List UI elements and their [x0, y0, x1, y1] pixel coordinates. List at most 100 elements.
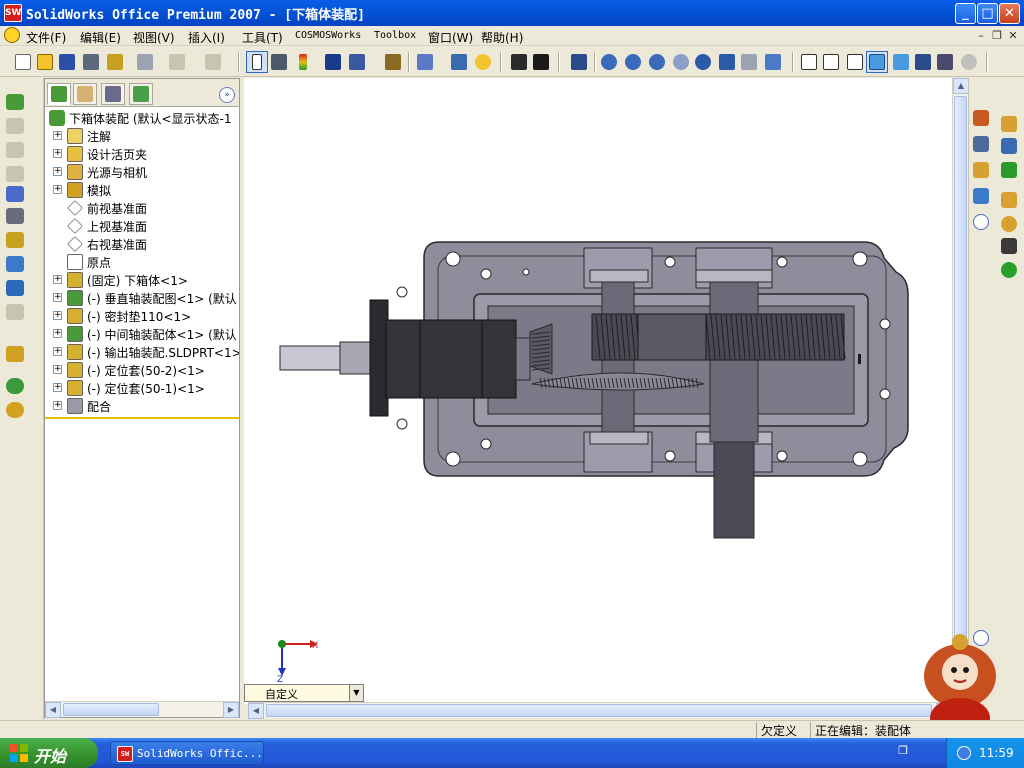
help-icon[interactable]	[472, 51, 494, 73]
redo-icon[interactable]	[202, 51, 224, 73]
scroll-left-icon[interactable]: ◀	[248, 703, 264, 719]
tree-item[interactable]: 上视基准面	[45, 217, 239, 235]
tree-item[interactable]: + 设计活页夹	[45, 145, 239, 163]
standard-views-icon[interactable]	[762, 51, 784, 73]
scroll-thumb[interactable]	[954, 96, 967, 686]
tree-root[interactable]: 下箱体装配 (默认<显示状态-1	[45, 109, 239, 127]
realview-icon[interactable]	[958, 51, 980, 73]
hidden-lines-visible-icon[interactable]	[820, 51, 842, 73]
zoom-to-fit-icon[interactable]	[598, 51, 620, 73]
zoom-in-out-icon[interactable]	[646, 51, 668, 73]
sketch-tool-icon[interactable]	[999, 190, 1019, 210]
scroll-thumb[interactable]	[63, 703, 159, 716]
solidworks-logo-icon[interactable]	[4, 27, 20, 43]
interference-detection-icon[interactable]	[4, 344, 26, 364]
expand-plus-icon[interactable]: +	[53, 149, 62, 158]
print-icon[interactable]	[134, 51, 156, 73]
scroll-right-icon[interactable]: ▶	[223, 702, 239, 718]
design-library-icon[interactable]	[971, 134, 991, 154]
grid-icon[interactable]	[322, 51, 344, 73]
menu-view[interactable]: 视图(V)	[133, 29, 175, 46]
tree-item[interactable]: + (固定) 下箱体<1>	[45, 271, 239, 289]
start-button[interactable]: 开始	[0, 738, 98, 768]
expand-plus-icon[interactable]: +	[53, 185, 62, 194]
make-drawing-icon[interactable]	[80, 51, 102, 73]
doc-close-button[interactable]: ✕	[1006, 29, 1020, 43]
zoom-selection-icon[interactable]	[670, 51, 692, 73]
expand-plus-icon[interactable]: +	[53, 347, 62, 356]
instant3d-icon[interactable]	[508, 51, 530, 73]
open-folder-icon[interactable]	[34, 51, 56, 73]
properties-pane-icon[interactable]	[999, 114, 1019, 134]
move-component-icon[interactable]	[4, 230, 26, 250]
traffic-light-icon[interactable]	[292, 51, 314, 73]
insert-component-icon[interactable]	[4, 92, 26, 112]
tab-configurationmanager[interactable]	[101, 83, 125, 105]
tab-propertymanager[interactable]	[73, 83, 97, 105]
fm-horizontal-scrollbar[interactable]: ◀ ▶	[45, 701, 239, 718]
expand-plus-icon[interactable]: +	[53, 365, 62, 374]
doc-minimize-button[interactable]: –	[974, 29, 988, 43]
graphics-vertical-scrollbar[interactable]: ▲	[952, 78, 969, 704]
zoom-area-icon[interactable]	[622, 51, 644, 73]
select-filter-icon[interactable]	[268, 51, 290, 73]
section-view-icon[interactable]	[934, 51, 956, 73]
tree-item[interactable]: 原点	[45, 253, 239, 271]
graphics-horizontal-scrollbar[interactable]: ◀ ▶	[248, 702, 952, 719]
expand-plus-icon[interactable]: +	[53, 401, 62, 410]
menu-edit[interactable]: 编辑(E)	[80, 29, 121, 46]
expand-panel-icon[interactable]: »	[219, 87, 235, 103]
menu-tools[interactable]: 工具(T)	[242, 29, 283, 46]
new-document-icon[interactable]	[12, 51, 34, 73]
simulation-tool-icon[interactable]	[4, 400, 26, 420]
make-assembly-icon[interactable]	[104, 51, 126, 73]
expand-plus-icon[interactable]: +	[53, 311, 62, 320]
tree-item[interactable]: + (-) 垂直轴装配图<1> (默认	[45, 289, 239, 307]
tree-item[interactable]: + 注解	[45, 127, 239, 145]
no-external-references-icon[interactable]	[4, 184, 26, 204]
select-arrow-icon[interactable]	[246, 51, 268, 73]
shaded-with-edges-icon[interactable]	[866, 51, 888, 73]
tray-network-icon[interactable]	[957, 746, 971, 760]
taskbar-solidworks-button[interactable]: SW SolidWorks Offic...	[110, 741, 264, 765]
tree-item[interactable]: + (-) 中间轴装配体<1> (默认	[45, 325, 239, 343]
play-icon[interactable]	[999, 160, 1019, 180]
display-icon[interactable]	[346, 51, 368, 73]
scroll-up-icon[interactable]: ▲	[953, 78, 969, 94]
exploded-view-icon[interactable]	[4, 302, 26, 322]
rotate-view-icon[interactable]	[692, 51, 714, 73]
view-orientation-icon[interactable]	[568, 51, 590, 73]
hide-show-component-icon[interactable]	[4, 116, 26, 136]
close-button[interactable]: ✕	[999, 3, 1020, 24]
expand-plus-icon[interactable]: +	[53, 383, 62, 392]
menu-window[interactable]: 窗口(W)	[428, 29, 473, 46]
edit-component-icon[interactable]	[4, 164, 26, 184]
maximize-button[interactable]: □	[977, 3, 998, 24]
scroll-left-icon[interactable]: ◀	[45, 702, 61, 718]
tree-item[interactable]: + (-) 输出轴装配.SLDPRT<1>	[45, 343, 239, 361]
shadows-icon[interactable]	[912, 51, 934, 73]
expand-plus-icon[interactable]: +	[53, 275, 62, 284]
expand-plus-icon[interactable]: +	[53, 329, 62, 338]
3d-drawing-view-icon[interactable]	[738, 51, 760, 73]
tree-item[interactable]: + 模拟	[45, 181, 239, 199]
assembly-features-icon[interactable]	[4, 376, 26, 396]
graphics-area[interactable]	[244, 78, 968, 704]
pan-icon[interactable]	[716, 51, 738, 73]
expand-plus-icon[interactable]: +	[53, 293, 62, 302]
tab-dimxpert[interactable]	[129, 83, 153, 105]
expand-plus-icon[interactable]: +	[53, 131, 62, 140]
chevron-down-icon[interactable]: ▼	[349, 685, 363, 701]
solidworks-app-icon[interactable]: SW	[4, 4, 22, 22]
tree-item[interactable]: + 配合	[45, 397, 239, 415]
appearance-icon[interactable]	[999, 260, 1019, 280]
menu-file[interactable]: 文件(F)	[26, 29, 66, 46]
shaded-icon[interactable]	[890, 51, 912, 73]
undo-icon[interactable]	[166, 51, 188, 73]
minimize-button[interactable]: _	[955, 3, 976, 24]
doc-restore-button[interactable]: ❐	[990, 29, 1004, 43]
change-suppression-icon[interactable]	[4, 140, 26, 160]
wireframe-icon[interactable]	[798, 51, 820, 73]
gearbox-model[interactable]	[244, 78, 968, 704]
properties-icon[interactable]	[448, 51, 470, 73]
